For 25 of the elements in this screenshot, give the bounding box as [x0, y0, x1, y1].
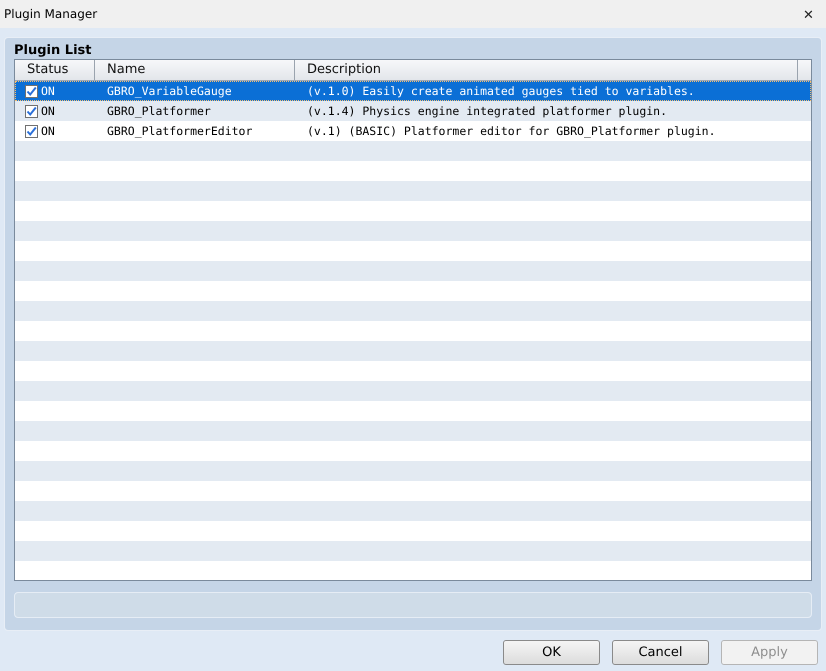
plugin-description: (v.1) (BASIC) Platformer editor for GBRO_Platformer plugin.: [306, 124, 716, 138]
check-icon: [26, 106, 37, 116]
status-checkbox[interactable]: [25, 104, 38, 118]
dialog-button[interactable]: Cancel: [612, 640, 709, 665]
plugin-description: (v.1.4) Physics engine integrated platformer plugin.: [306, 104, 668, 118]
dialog-button[interactable]: OK: [503, 640, 600, 665]
plugin-name: GBRO_PlatformerEditor: [106, 124, 254, 138]
column-header[interactable]: Name: [95, 60, 295, 80]
plugin-name: GBRO_VariableGauge: [106, 84, 233, 98]
status-checkbox[interactable]: [25, 124, 38, 138]
plugin-name: GBRO_Platformer: [106, 104, 212, 118]
column-header[interactable]: Description: [295, 60, 798, 80]
plugin-row[interactable]: ON GBRO_VariableGauge (v.1.0) Easily create animated gauges tied to variables.: [15, 81, 811, 101]
column-header[interactable]: Status: [15, 60, 95, 80]
status-text: ON: [41, 104, 55, 118]
plugin-description: (v.1.0) Easily create animated gauges tied to variables.: [306, 84, 696, 98]
check-icon: [26, 86, 37, 96]
close-button[interactable]: ✕: [799, 6, 818, 22]
window-title: Plugin Manager: [4, 7, 98, 21]
status-text: ON: [41, 84, 55, 98]
check-icon: [26, 126, 37, 136]
status-checkbox[interactable]: [25, 84, 38, 98]
plugin-row[interactable]: ON GBRO_Platformer (v.1.4) Physics engine integrated platformer plugin.: [15, 101, 811, 121]
panel-title: Plugin List: [14, 42, 92, 59]
status-text: ON: [41, 124, 55, 138]
